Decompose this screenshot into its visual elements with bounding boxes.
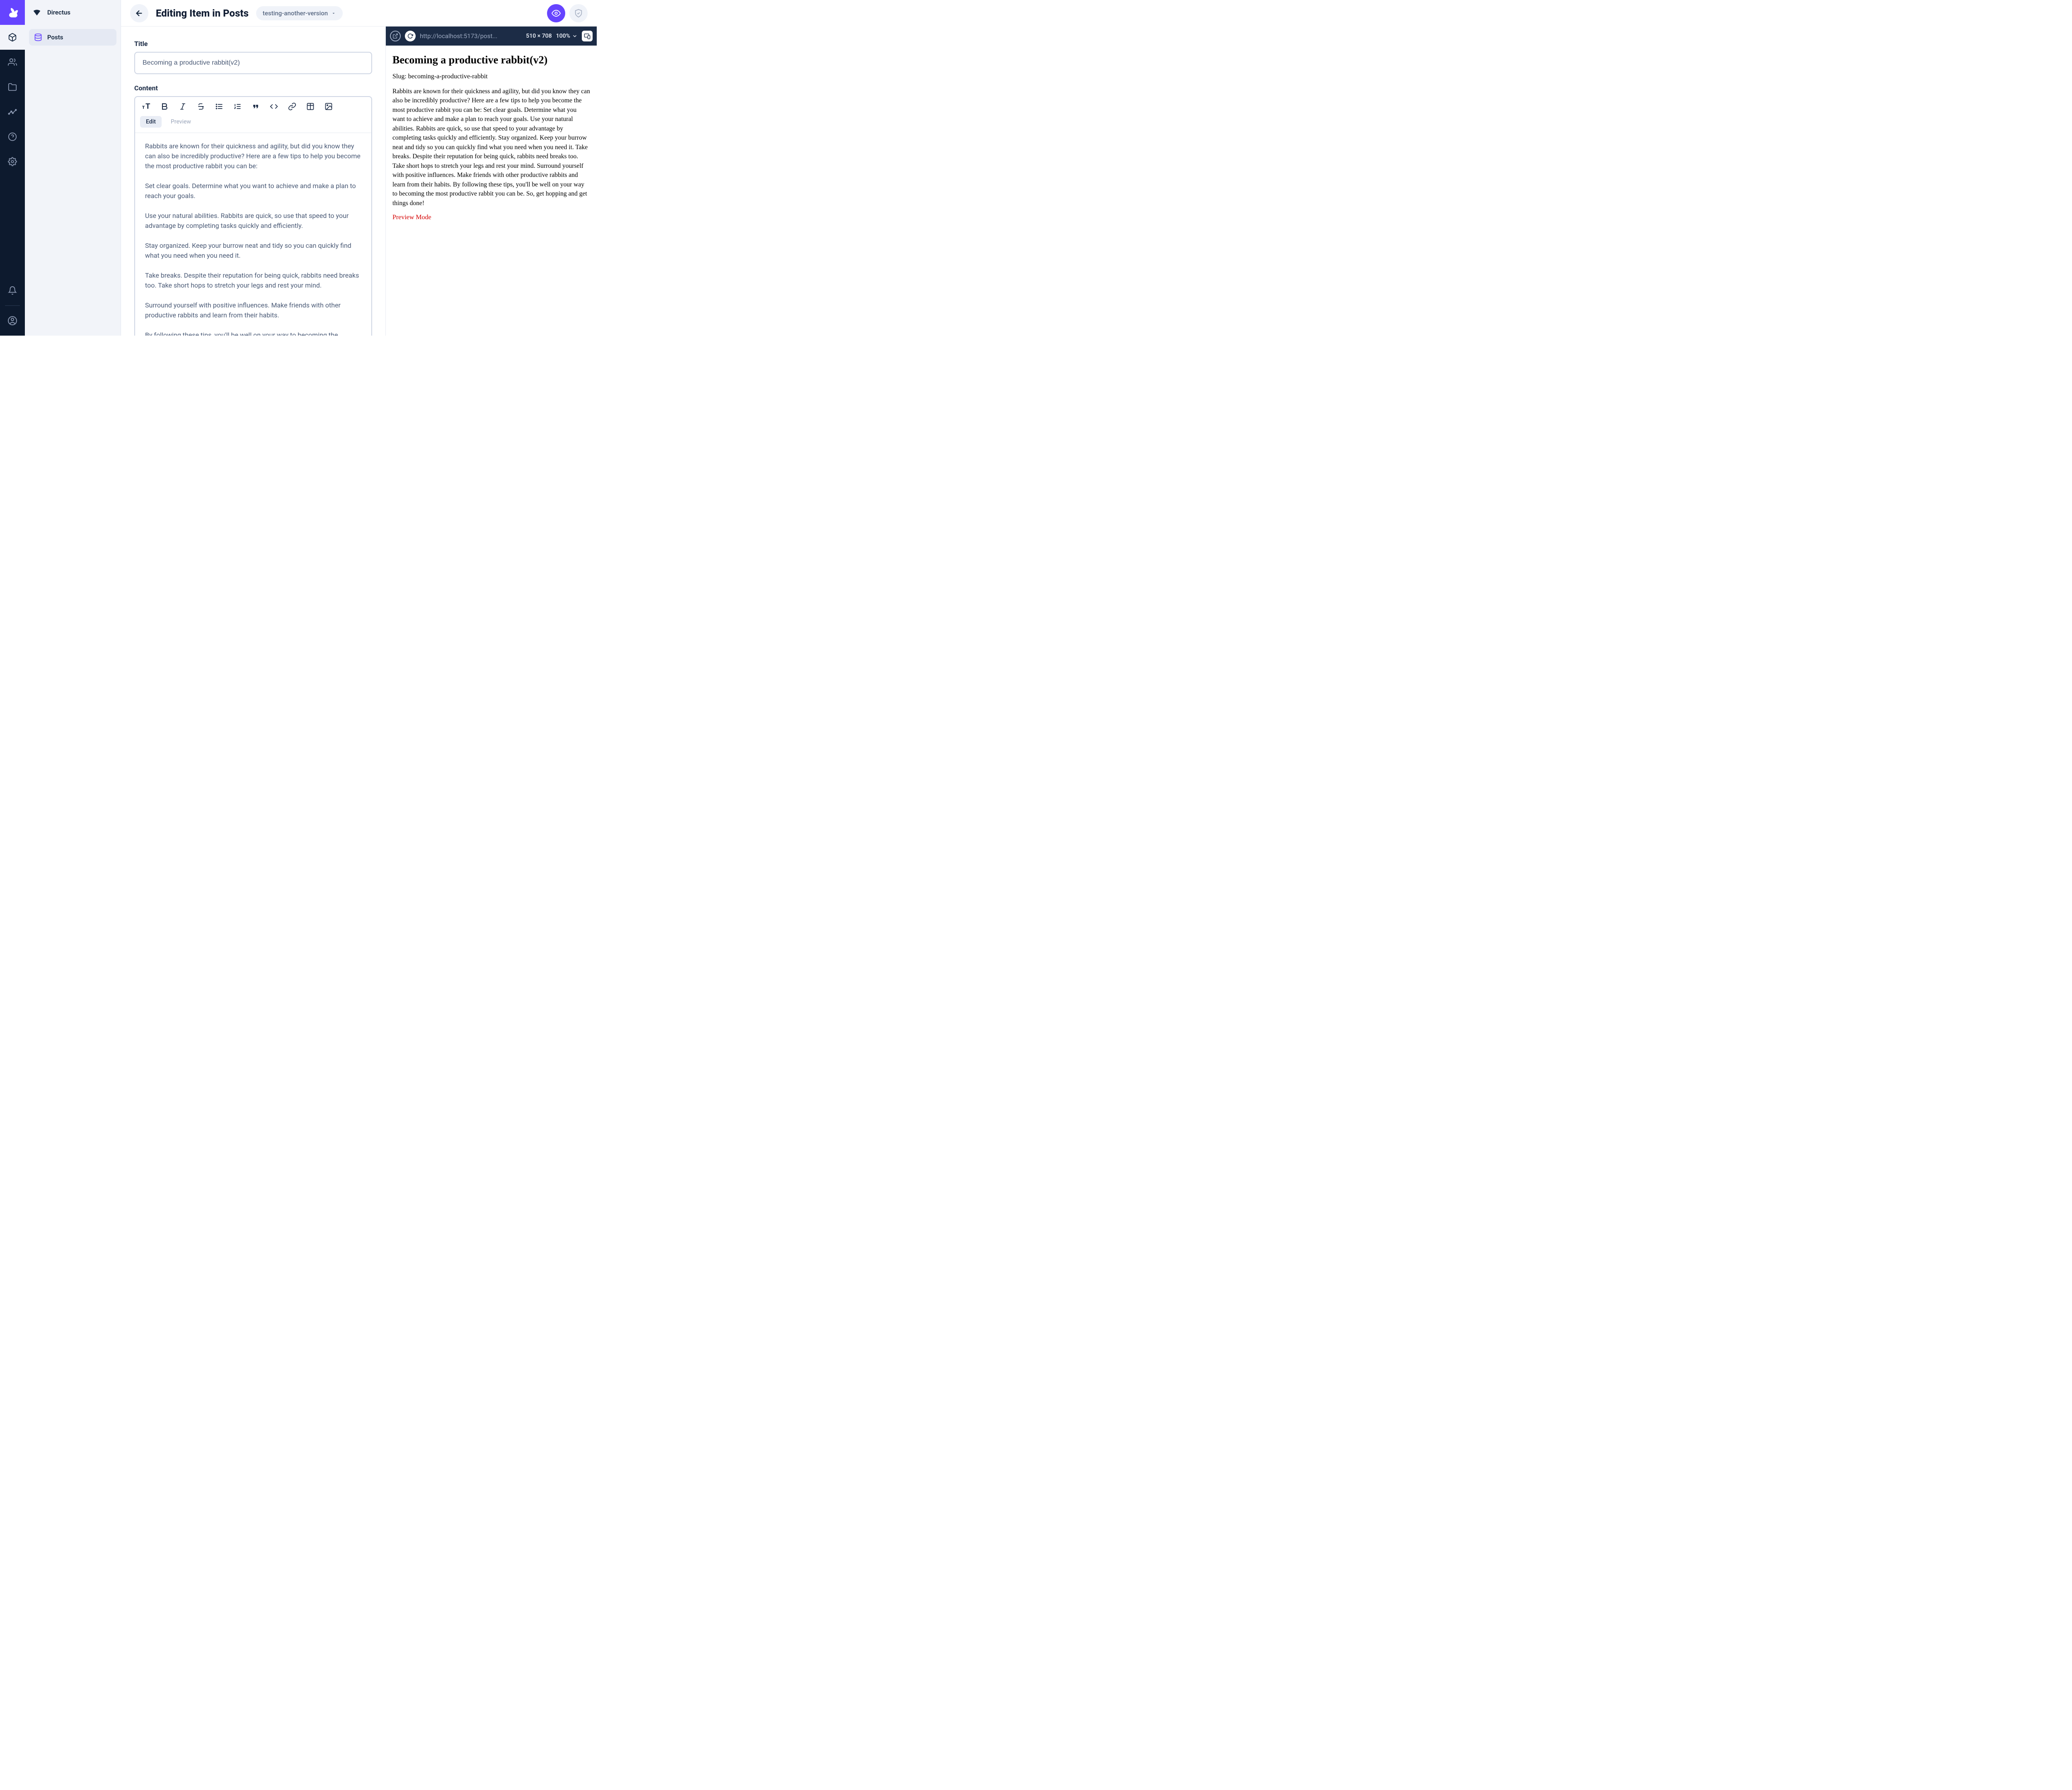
help-icon [8, 132, 17, 141]
refresh-button[interactable] [405, 31, 416, 41]
topbar: Editing Item in Posts testing-another-ve… [121, 0, 597, 27]
table-button[interactable] [304, 100, 317, 113]
quote-icon [252, 102, 260, 111]
device-button[interactable] [582, 31, 593, 41]
title-input[interactable] [134, 52, 372, 74]
main: Editing Item in Posts testing-another-ve… [121, 0, 597, 336]
devices-icon [584, 33, 591, 39]
nav-rail [0, 0, 25, 336]
rail-divider [5, 305, 20, 306]
bold-button[interactable] [158, 100, 171, 113]
sidebar: Directus Posts [25, 0, 121, 336]
folder-icon [8, 82, 17, 92]
svg-text:T: T [145, 102, 150, 111]
tab-preview[interactable]: Preview [165, 116, 197, 128]
chevron-down-icon [572, 33, 578, 39]
rail-item-settings[interactable] [0, 149, 25, 174]
preview-slug: Slug: becoming-a-productive-rabbit [392, 73, 590, 80]
chart-icon [8, 107, 17, 116]
zoom-value: 100% [556, 33, 570, 39]
strikethrough-icon [197, 102, 205, 111]
preview-document: Becoming a productive rabbit(v2) Slug: b… [386, 46, 597, 336]
svg-text:т: т [142, 104, 145, 111]
user-circle-icon [7, 316, 17, 326]
preview-title: Becoming a productive rabbit(v2) [392, 54, 590, 66]
open-external-button[interactable] [390, 31, 401, 41]
italic-icon [179, 102, 187, 111]
rabbit-icon [6, 6, 19, 19]
save-button[interactable] [569, 4, 588, 22]
bullet-list-icon [215, 102, 223, 111]
preview-url[interactable]: http://localhost:5173/post... [420, 32, 522, 40]
rail-item-account[interactable] [0, 308, 25, 333]
link-icon [288, 102, 296, 111]
external-link-icon [392, 33, 398, 39]
rail-item-notifications[interactable] [0, 278, 25, 303]
content-label: Content [134, 84, 372, 92]
heading-button[interactable]: тT [140, 100, 152, 113]
wifi-icon [32, 8, 41, 17]
zoom-selector[interactable]: 100% [556, 33, 578, 39]
preview-body: Rabbits are known for their quickness an… [392, 87, 590, 208]
preview-button[interactable] [547, 4, 565, 22]
version-label: testing-another-version [263, 10, 328, 17]
sidebar-header: Directus [25, 0, 121, 25]
bell-icon [8, 286, 17, 295]
image-icon [324, 102, 333, 111]
quote-button[interactable] [249, 100, 262, 113]
rail-item-docs[interactable] [0, 124, 25, 149]
title-label: Title [134, 40, 372, 48]
app-name: Directus [47, 9, 70, 16]
app-logo[interactable] [0, 0, 25, 25]
refresh-icon [407, 33, 413, 39]
caret-down-icon [331, 11, 336, 16]
ordered-list-button[interactable] [231, 100, 244, 113]
back-button[interactable] [130, 4, 148, 22]
editor-pane: Title Content тT [121, 27, 385, 336]
strike-button[interactable] [195, 100, 207, 113]
rail-item-users[interactable] [0, 50, 25, 75]
rail-item-files[interactable] [0, 75, 25, 99]
tab-edit[interactable]: Edit [140, 116, 162, 128]
page-title: Editing Item in Posts [156, 7, 249, 19]
preview-mode-label: Preview Mode [392, 214, 590, 221]
bullet-list-button[interactable] [213, 100, 225, 113]
heading-icon: тT [142, 102, 151, 111]
italic-button[interactable] [177, 100, 189, 113]
preview-pane: http://localhost:5173/post... 510 × 708 … [385, 27, 597, 336]
preview-dimensions: 510 × 708 [526, 33, 552, 39]
sidebar-item-posts[interactable]: Posts [29, 29, 116, 46]
table-icon [306, 102, 315, 111]
arrow-left-icon [135, 9, 144, 18]
sidebar-item-label: Posts [47, 34, 63, 41]
code-button[interactable] [268, 100, 280, 113]
people-icon [8, 58, 17, 67]
editor-toolbar: тT [135, 97, 371, 113]
rail-item-insights[interactable] [0, 99, 25, 124]
eye-icon [552, 9, 561, 18]
preview-toolbar: http://localhost:5173/post... 510 × 708 … [386, 27, 597, 46]
bold-icon [160, 102, 169, 111]
database-icon [34, 33, 42, 41]
gear-icon [8, 157, 17, 166]
shield-check-icon [574, 9, 583, 18]
box-icon [8, 33, 17, 42]
image-button[interactable] [322, 100, 335, 113]
ordered-list-icon [233, 102, 242, 111]
link-button[interactable] [286, 100, 298, 113]
code-icon [270, 102, 278, 111]
rail-item-content[interactable] [0, 25, 25, 50]
content-editor[interactable]: Rabbits are known for their quickness an… [134, 133, 372, 336]
version-selector[interactable]: testing-another-version [256, 6, 343, 20]
